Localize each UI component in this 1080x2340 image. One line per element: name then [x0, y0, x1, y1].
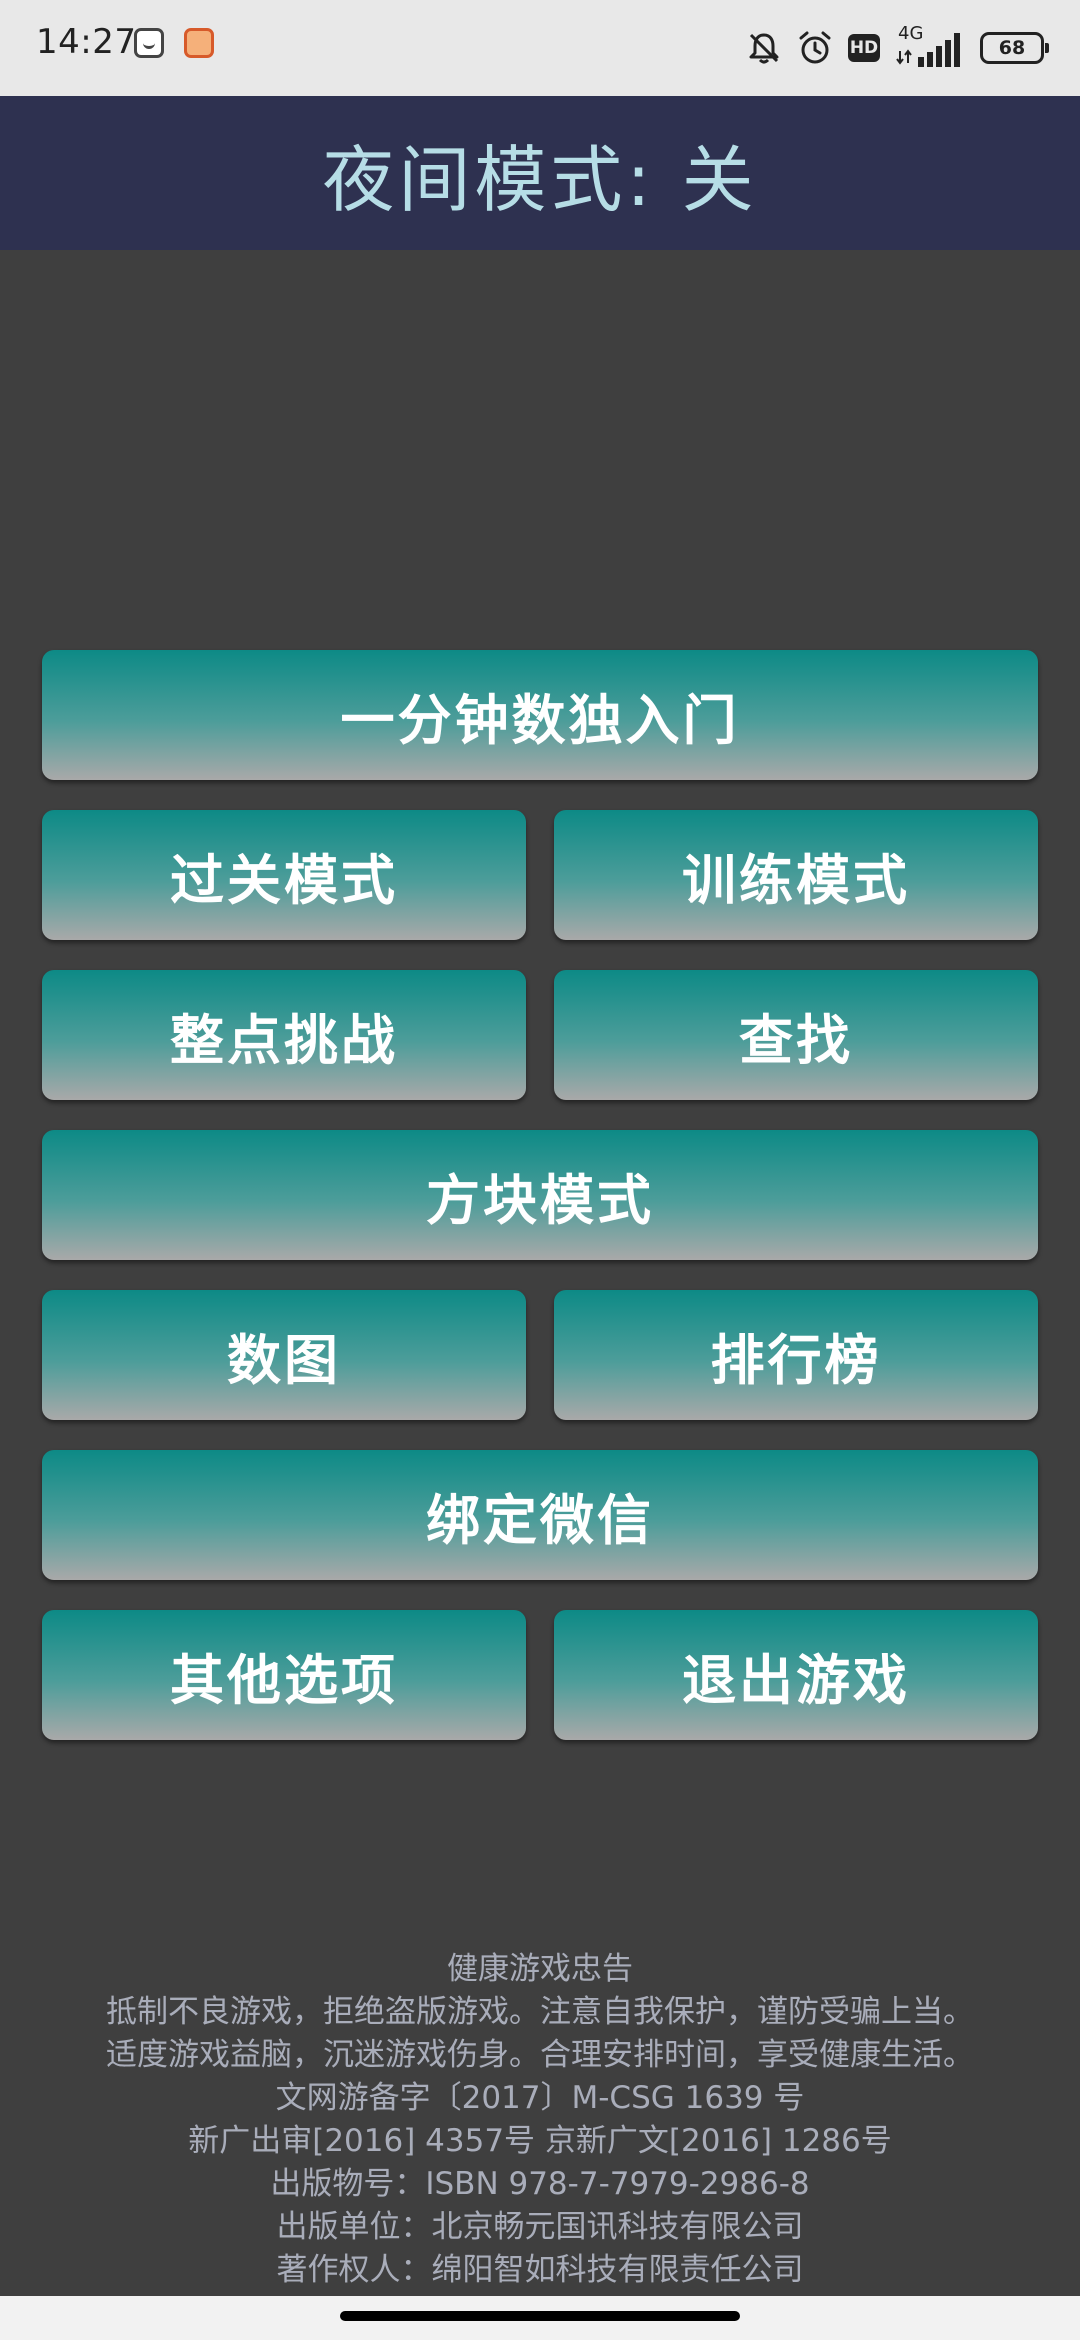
mute-bell-icon	[746, 30, 782, 66]
level-mode-button[interactable]: 过关模式	[42, 810, 526, 940]
number-graph-button[interactable]: 数图	[42, 1290, 526, 1420]
notice-publisher: 出版单位：北京畅元国讯科技有限公司	[276, 2209, 804, 2245]
hourly-challenge-button[interactable]: 整点挑战	[42, 970, 526, 1100]
status-icons: HD 4G 68	[746, 18, 1049, 78]
intro-button[interactable]: 一分钟数独入门	[42, 650, 1038, 780]
exit-game-button[interactable]: 退出游戏	[554, 1610, 1038, 1740]
app-notification-icon-2	[184, 28, 214, 58]
alarm-icon	[796, 29, 834, 67]
app-notification-icon-1	[134, 28, 164, 58]
notice-heading: 健康游戏忠告	[447, 1951, 633, 1987]
battery-icon: 68	[980, 32, 1049, 64]
home-indicator[interactable]	[340, 2311, 740, 2321]
search-button[interactable]: 查找	[554, 970, 1038, 1100]
status-time: 14:27	[36, 22, 137, 62]
status-bar: 14:27 HD 4G 68	[0, 0, 1080, 96]
block-mode-button[interactable]: 方块模式	[42, 1130, 1038, 1260]
notice-license: 文网游备字〔2017〕M-CSG 1639 号	[275, 2080, 805, 2116]
notice-line: 抵制不良游戏，拒绝盗版游戏。注意自我保护，谨防受骗上当。	[106, 1994, 974, 2030]
bind-wechat-button[interactable]: 绑定微信	[42, 1450, 1038, 1580]
notice-copyright: 著作权人：绵阳智如科技有限责任公司	[276, 2252, 804, 2288]
signal-icon: 4G	[894, 23, 966, 73]
notice-isbn: 出版物号：ISBN 978-7-7979-2986-8	[270, 2166, 810, 2202]
notice-line: 适度游戏益脑，沉迷游戏伤身。合理安排时间，享受健康生活。	[106, 2037, 974, 2073]
notice-approval: 新广出审[2016] 4357号 京新广文[2016] 1286号	[188, 2123, 892, 2159]
other-options-button[interactable]: 其他选项	[42, 1610, 526, 1740]
night-mode-toggle-bar[interactable]: 夜间模式: 关	[0, 96, 1080, 250]
battery-level: 68	[998, 37, 1026, 59]
hd-icon: HD	[848, 34, 880, 62]
leaderboard-button[interactable]: 排行榜	[554, 1290, 1038, 1420]
training-mode-button[interactable]: 训练模式	[554, 810, 1038, 940]
health-notice: 健康游戏忠告 抵制不良游戏，拒绝盗版游戏。注意自我保护，谨防受骗上当。 适度游戏…	[0, 1948, 1080, 2292]
night-mode-title: 夜间模式: 关	[322, 137, 758, 222]
